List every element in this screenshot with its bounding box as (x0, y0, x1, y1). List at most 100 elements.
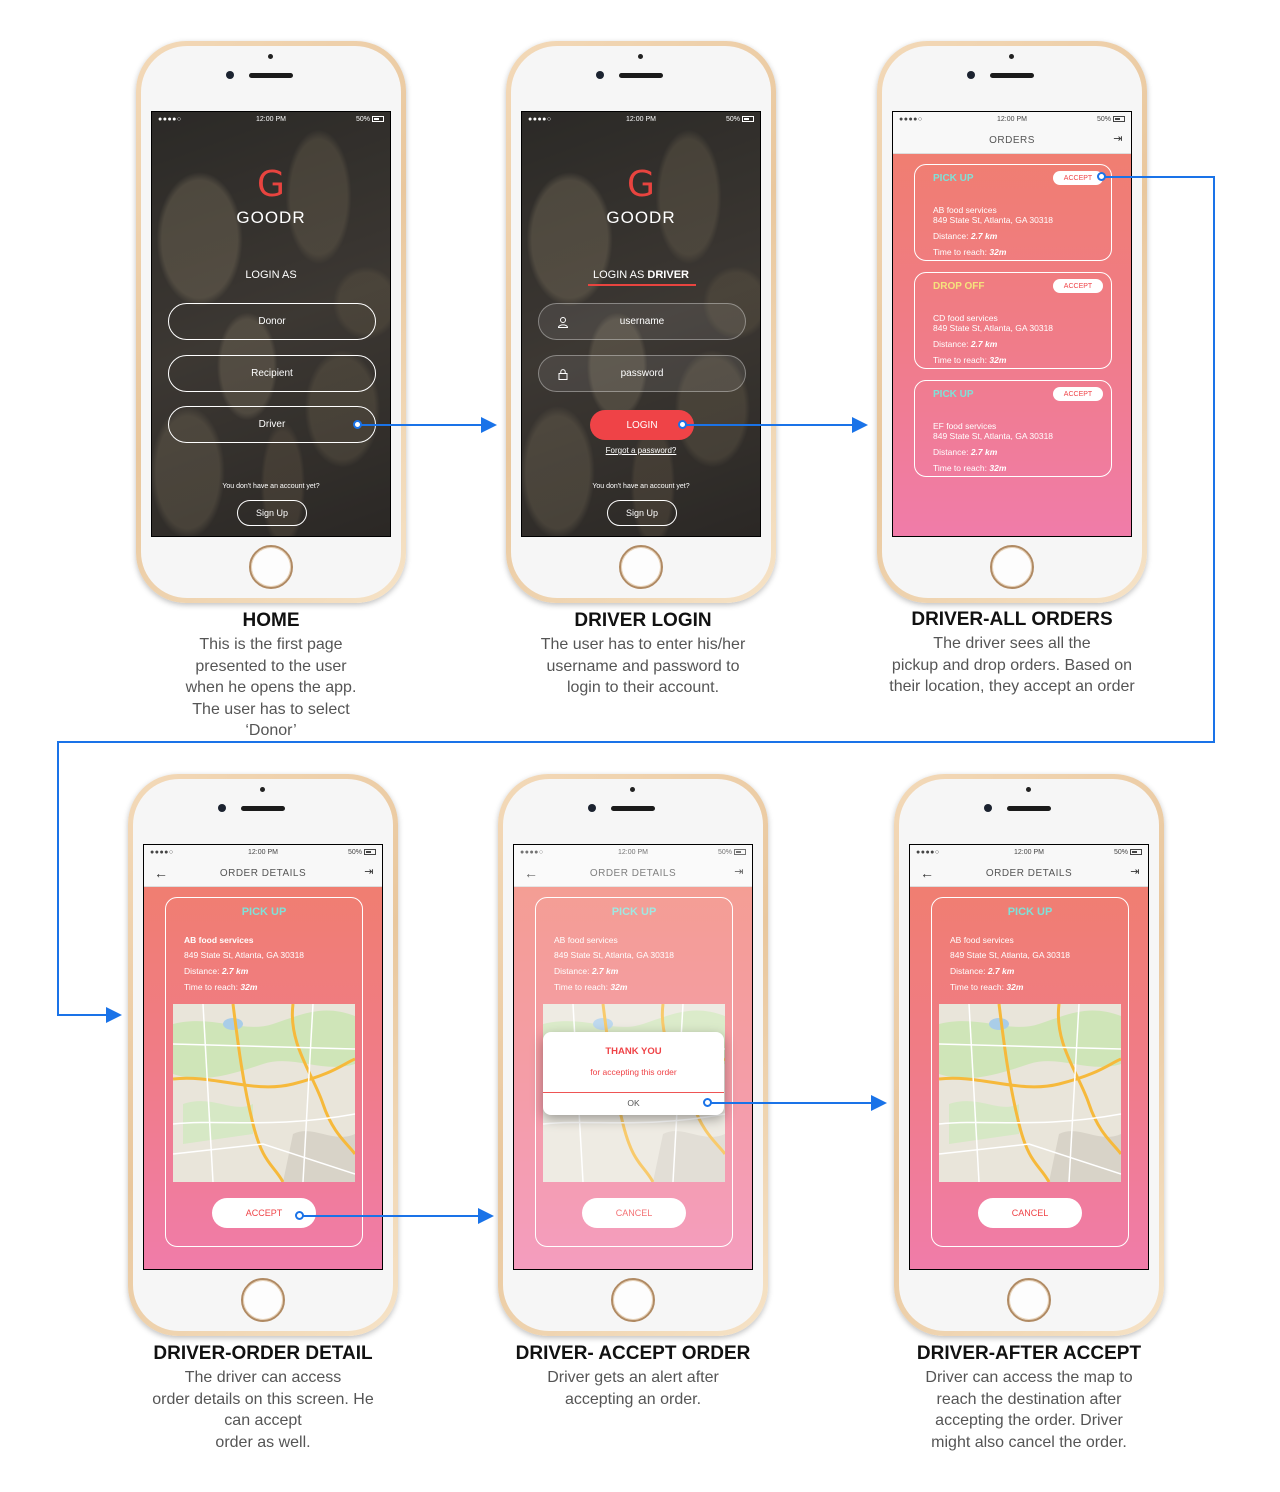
caption-line: login to their account. (566, 679, 720, 696)
accept-order-button[interactable]: ACCEPT (1053, 171, 1103, 185)
distance-label: Distance: (933, 339, 969, 349)
home-button (990, 545, 1034, 589)
order-detail-card: PICK UP AB food services 849 State St, A… (165, 897, 363, 1247)
phone-sensor (260, 787, 265, 792)
order-distance: Distance: 2.7 km (933, 339, 997, 349)
caption-line: Driver gets an alert after (547, 1369, 719, 1386)
goodr-logo-name: GOODR (236, 208, 306, 227)
phone-sensor (268, 54, 273, 59)
battery-indicator: 50% (356, 116, 384, 123)
speaker-grille (249, 73, 293, 78)
caption-line: reach the destination after (936, 1390, 1122, 1408)
password-placeholder: password (620, 368, 664, 379)
alert-divider (543, 1092, 724, 1093)
status-time: 12:00 PM (1014, 849, 1044, 856)
caption-accept-order: DRIVER- ACCEPT ORDER Driver gets an aler… (488, 1343, 778, 1410)
goodr-logo-name: GOODR (606, 208, 676, 227)
caption-line: pickup and drop orders. Based on (891, 656, 1133, 674)
status-time: 12:00 PM (248, 849, 278, 856)
battery-indicator: 50% (726, 116, 754, 123)
caption-title: DRIVER- ACCEPT ORDER (515, 1343, 751, 1364)
alert-ok-button[interactable]: OK (543, 1098, 724, 1108)
logout-icon[interactable]: ⇥ (364, 865, 374, 878)
user-icon (557, 316, 569, 328)
order-type: DROP OFF (933, 281, 985, 292)
login-as-prefix: LOGIN AS (593, 269, 645, 281)
time-value: 32m (989, 247, 1007, 257)
order-card[interactable]: DROP OFF ACCEPT CD food services 849 Sta… (914, 272, 1112, 369)
phone-all-orders: ●●●●○ 12:00 PM 50% ORDERS ⇥ PICK UP ACCE… (877, 41, 1147, 603)
caption-line: ‘Donor’ (245, 722, 297, 739)
order-time: Time to reach: 32m (950, 982, 1023, 992)
battery-level: 50% (347, 849, 362, 856)
caption-line: their location, they accept an order (889, 678, 1135, 695)
accept-order-button[interactable]: ACCEPT (1053, 279, 1103, 293)
camera-icon (218, 804, 226, 812)
no-account-text: You don't have an account yet? (222, 483, 320, 490)
order-address: 849 State St, Atlanta, GA 30318 (933, 431, 1054, 441)
username-field[interactable]: username (538, 303, 746, 340)
thank-you-alert: THANK YOU for accepting this order OK (543, 1032, 724, 1115)
logout-icon[interactable]: ⇥ (1130, 865, 1140, 878)
route-map[interactable] (173, 1004, 355, 1182)
caption-body: Driver can access the map to reach the d… (884, 1367, 1174, 1453)
phone-sensor (630, 787, 635, 792)
goodr-logo-letter: G (627, 164, 655, 205)
camera-icon (596, 71, 604, 79)
time-label: Time to reach: (933, 355, 988, 365)
driver-button[interactable]: Driver (168, 406, 376, 443)
caption-line: presented to the user (195, 657, 347, 675)
order-type: PICK UP (1007, 906, 1053, 918)
signup-button[interactable]: Sign Up (237, 500, 307, 526)
caption-title: DRIVER-ALL ORDERS (911, 609, 1113, 630)
screen-all-orders: ●●●●○ 12:00 PM 50% ORDERS ⇥ PICK UP ACCE… (892, 111, 1132, 537)
distance-value: 2.7 km (970, 339, 998, 349)
distance-value: 2.7 km (970, 447, 998, 457)
order-distance: Distance: 2.7 km (933, 447, 997, 457)
back-arrow-icon[interactable]: ← (920, 865, 935, 881)
hotspot-driver (353, 420, 362, 429)
caption-order-detail: DRIVER-ORDER DETAIL The driver can acces… (118, 1343, 408, 1453)
order-name: AB food services (933, 205, 997, 215)
caption-after-accept: DRIVER-AFTER ACCEPT Driver can access th… (884, 1343, 1174, 1453)
password-field[interactable]: password (538, 355, 746, 392)
order-type: PICK UP (933, 389, 974, 400)
forgot-password-link[interactable]: Forgot a password? (522, 446, 760, 455)
caption-line: The driver can access (184, 1369, 342, 1386)
screen-accept-order: ●●●●○ 12:00 PM 50% ← ORDER DETAILS ⇥ PIC… (513, 844, 753, 1270)
order-time: Time to reach: 32m (933, 463, 1006, 473)
time-value: 32m (240, 982, 258, 992)
time-label: Time to reach: (184, 982, 239, 992)
donor-button[interactable]: Donor (168, 303, 376, 340)
recipient-button[interactable]: Recipient (168, 355, 376, 392)
logout-icon[interactable]: ⇥ (1113, 132, 1123, 145)
order-address: 849 State St, Atlanta, GA 30318 (184, 950, 305, 960)
distance-label: Distance: (950, 966, 986, 976)
order-card[interactable]: PICK UP ACCEPT EF food services 849 Stat… (914, 380, 1112, 477)
accept-order-button[interactable]: ACCEPT (1053, 387, 1103, 401)
username-placeholder: username (619, 316, 665, 327)
camera-icon (588, 804, 596, 812)
order-address: 849 State St, Atlanta, GA 30318 (933, 323, 1054, 333)
speaker-grille (611, 806, 655, 811)
battery-indicator: 50% (1097, 116, 1125, 123)
caption-line: username and password to (546, 657, 740, 675)
speaker-grille (241, 806, 285, 811)
order-detail-card: PICK UP AB food services 849 State St, A… (931, 897, 1129, 1247)
caption-line: accepting an order. (564, 1390, 702, 1408)
route-map[interactable] (939, 1004, 1121, 1182)
order-name: AB food services (184, 935, 254, 945)
phone-order-detail: ●●●●○ 12:00 PM 50% ← ORDER DETAILS ⇥ PIC… (128, 774, 398, 1336)
battery-icon (364, 849, 376, 856)
goodr-logo-letter: G (257, 164, 285, 205)
status-bar: ●●●●○ 12:00 PM 50% (152, 112, 390, 128)
battery-icon (742, 116, 754, 123)
order-card[interactable]: PICK UP ACCEPT AB food services 849 Stat… (914, 164, 1112, 261)
cancel-button[interactable]: CANCEL (978, 1198, 1082, 1228)
no-account-text: You don't have an account yet? (592, 483, 690, 490)
phone-after-accept: ●●●●○ 12:00 PM 50% ← ORDER DETAILS ⇥ PIC… (894, 774, 1164, 1336)
caption-line: The user has to select (192, 700, 350, 718)
back-arrow-icon[interactable]: ← (154, 865, 169, 881)
signup-button[interactable]: Sign Up (607, 500, 677, 526)
phone-sensor (1026, 787, 1031, 792)
